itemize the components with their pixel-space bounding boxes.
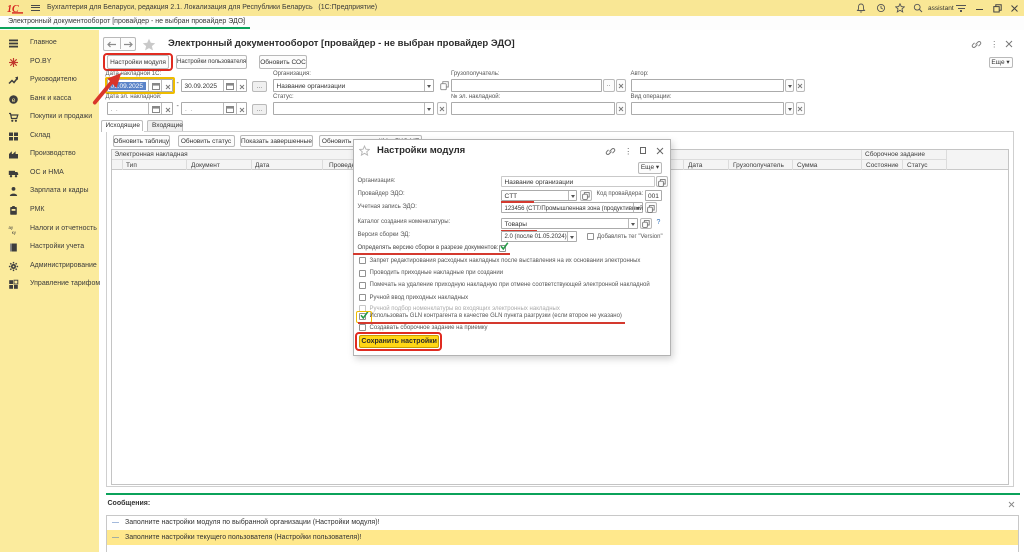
svg-text:ку: ку bbox=[12, 230, 17, 235]
svg-text:e: e bbox=[12, 96, 16, 103]
